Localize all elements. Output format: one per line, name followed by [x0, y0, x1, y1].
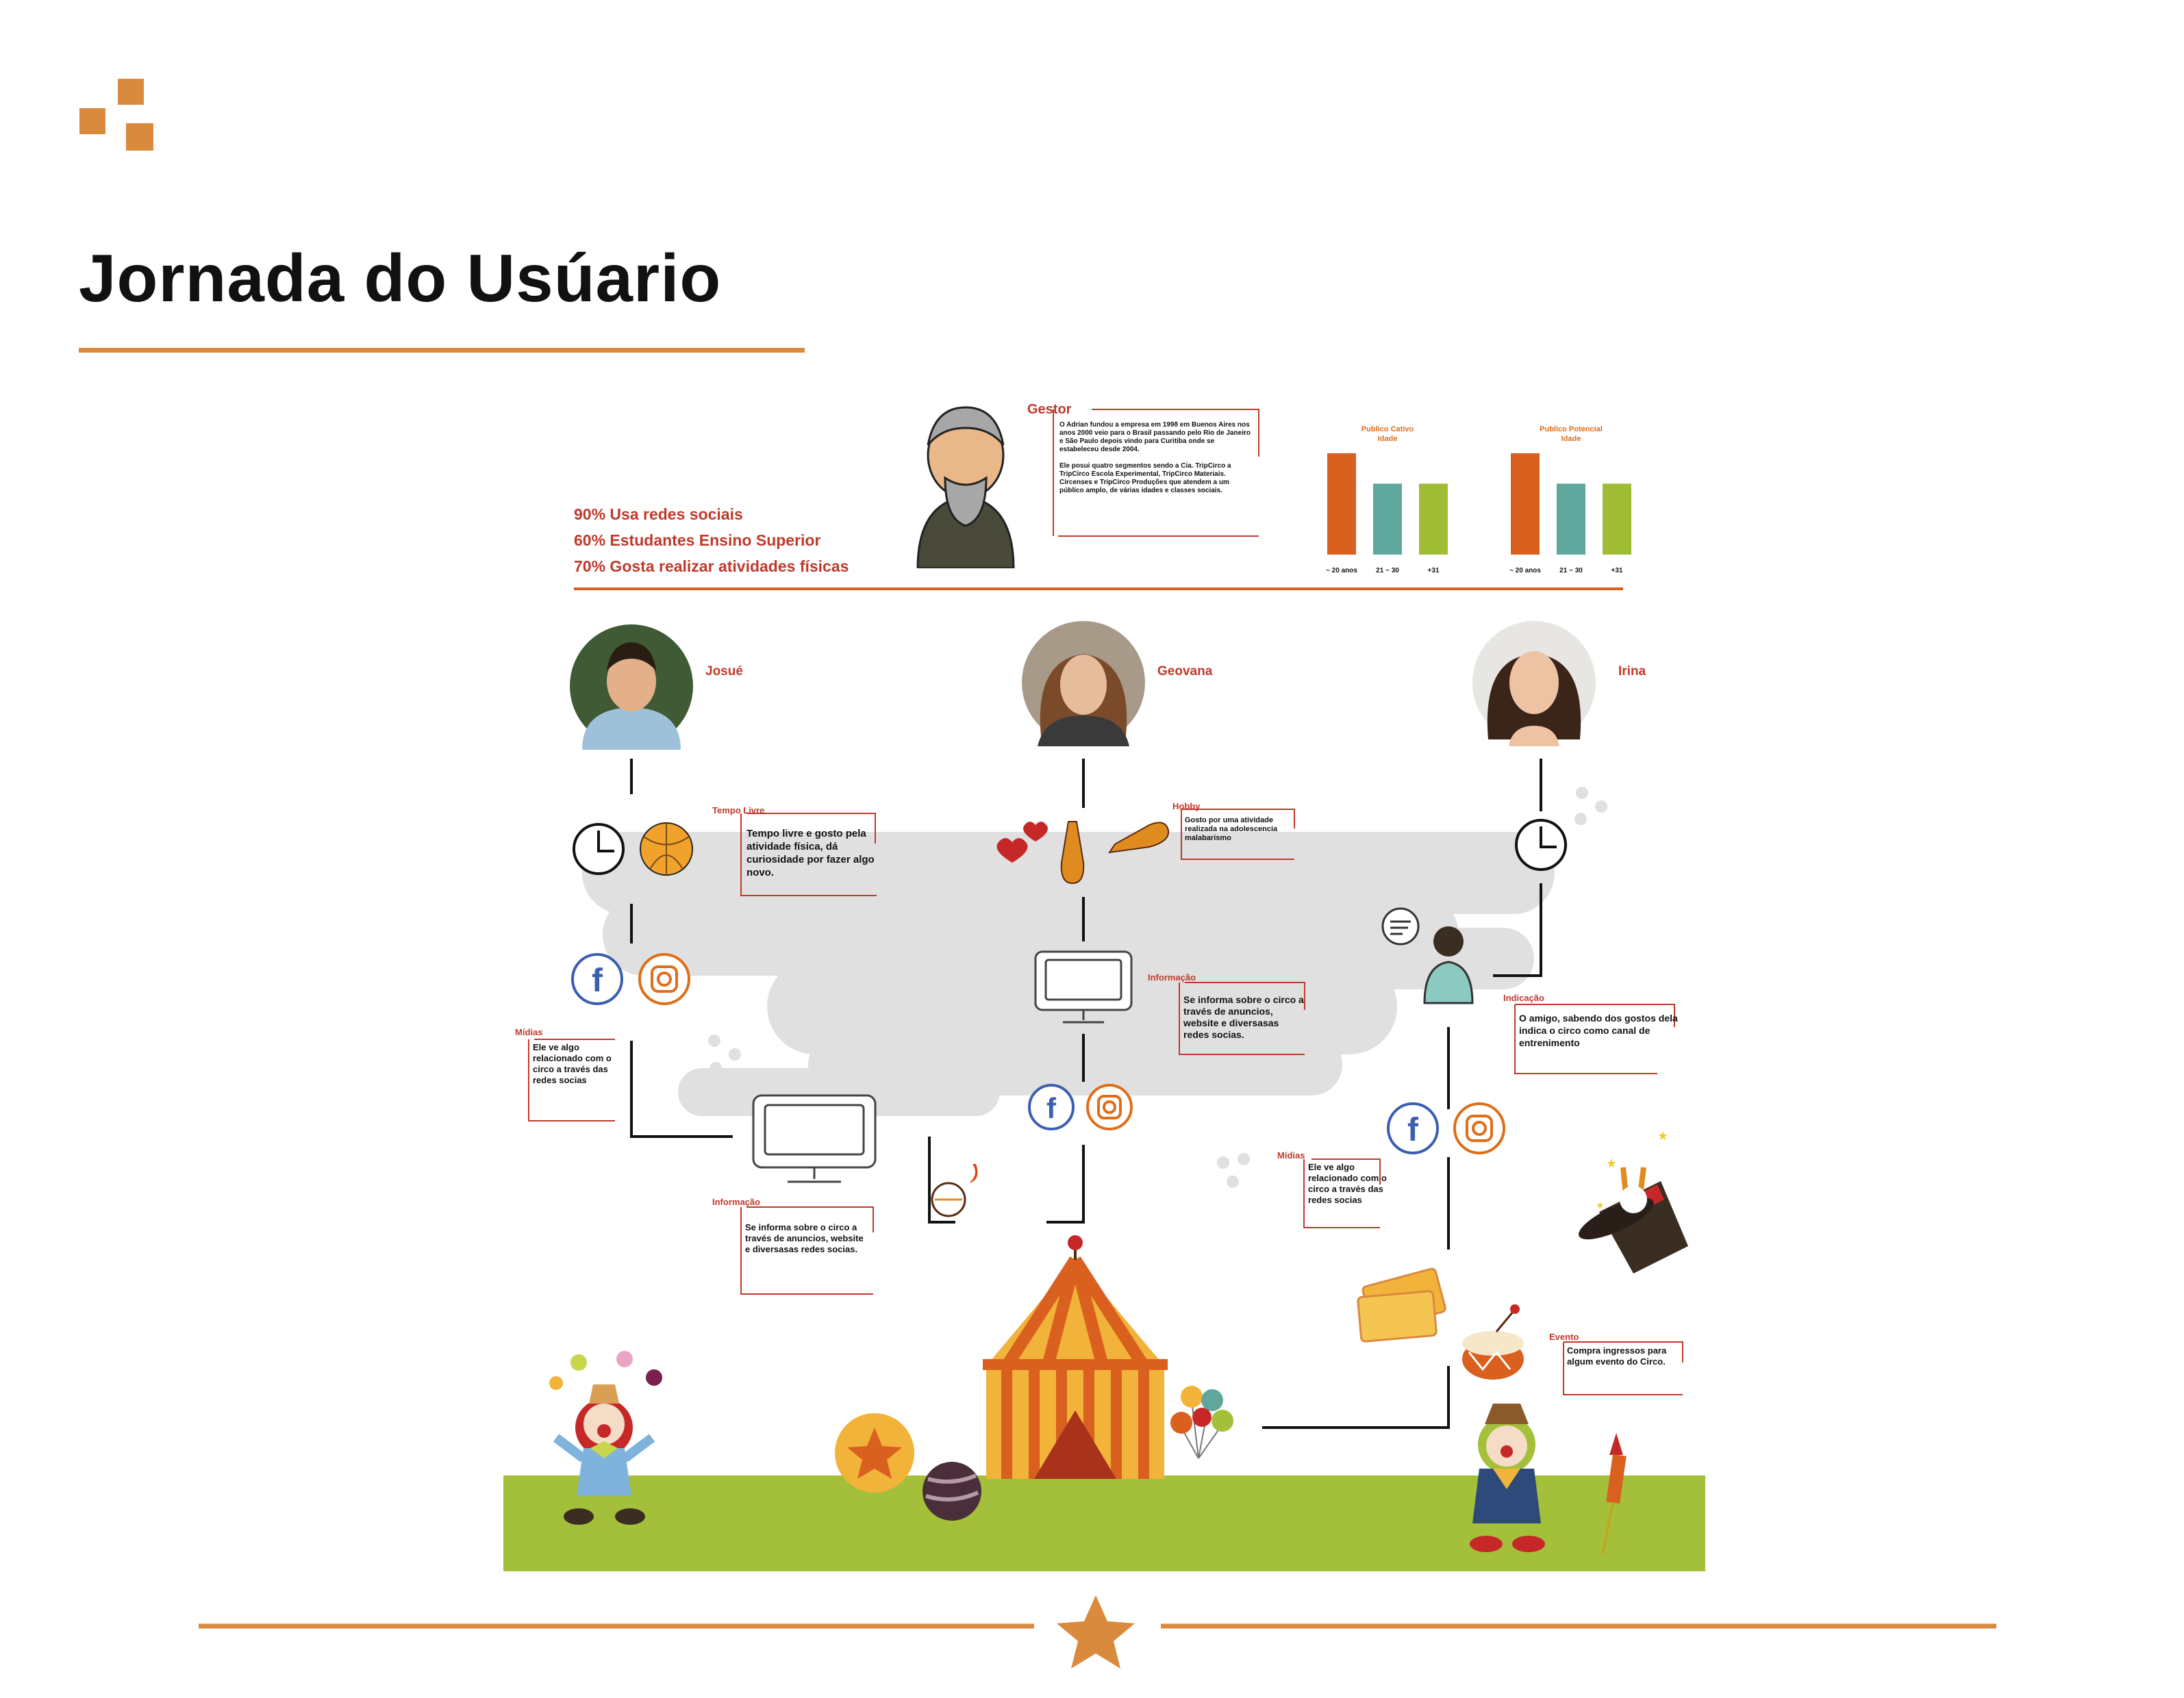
- chart-bar: [1419, 483, 1448, 555]
- circus-tent-icon: [983, 1235, 1168, 1479]
- instagram-icon: [1453, 1102, 1505, 1154]
- instagram-icon: [1086, 1084, 1133, 1130]
- note-hobby-label: Hobby: [1172, 801, 1201, 811]
- chart-bar: [1511, 453, 1540, 555]
- stat-activities: 70% Gosta realizar atividades físicas: [574, 557, 849, 575]
- chart-bar: [1373, 483, 1402, 555]
- tickets-icon: [1357, 1267, 1446, 1343]
- journey-diagram: f f f ★ ★ ★: [199, 409, 1996, 1669]
- note-evento-text: Compra ingressos para algum evento do Ci…: [1567, 1345, 1667, 1367]
- note-hobby-text: Gosto por uma atividade realizada na ado…: [1185, 816, 1278, 842]
- note-indicacao-text: O amigo, sabendo dos gostos dela indica …: [1519, 1013, 1678, 1048]
- clock-icon: [1515, 819, 1567, 871]
- chart-tick-label: ~ 20 anos: [1326, 567, 1357, 574]
- note-midias-irina-text: Ele ve algo relacionado com o circo a tr…: [1308, 1162, 1387, 1205]
- note-tempo-livre-label: Tempo Livre: [712, 805, 765, 815]
- note-informacao-josue-label: Informação: [712, 1197, 761, 1207]
- svg-text:f: f: [592, 963, 603, 999]
- facebook-icon: f: [1387, 1102, 1439, 1154]
- chart-title: Idade: [1378, 435, 1398, 443]
- gestor-description: O Adrian fundou a empresa em 1998 em Bue…: [1059, 421, 1251, 495]
- facebook-icon: f: [571, 953, 623, 1005]
- persona-irina: Irina: [1618, 664, 1646, 679]
- svg-text:f: f: [1407, 1112, 1419, 1148]
- gestor-avatar: [916, 406, 1015, 568]
- clock-icon: [573, 823, 625, 875]
- svg-text:★: ★: [1606, 1156, 1617, 1170]
- star-ball-icon: [835, 1413, 914, 1493]
- chart-tick-label: 21 ~ 30: [1559, 567, 1583, 574]
- star-icon: [1057, 1595, 1135, 1669]
- note-evento-label: Evento: [1549, 1332, 1579, 1342]
- magic-hat-icon: ★ ★ ★: [1579, 1129, 1688, 1274]
- chart-bar: [1327, 453, 1356, 555]
- chart-tick-label: +31: [1428, 567, 1440, 574]
- svg-text:★: ★: [1657, 1129, 1668, 1143]
- unicycle-icon: [931, 1164, 978, 1217]
- svg-text:★: ★: [1596, 1200, 1605, 1211]
- note-tempo-livre-text: Tempo livre e gosto pela atividade físic…: [746, 828, 875, 878]
- gestor-text-2: Ele posui quatro segmentos sendo a Cia. …: [1059, 462, 1231, 494]
- chart-bar: [1557, 483, 1585, 555]
- svg-text:f: f: [1046, 1092, 1057, 1124]
- stat-social: 90% Usa redes sociais: [574, 505, 743, 523]
- note-informacao-geovana-label: Informação: [1148, 972, 1196, 983]
- chart-tick-label: ~ 20 anos: [1509, 567, 1541, 574]
- chart-title: Publico Cativo: [1361, 425, 1414, 433]
- persona-josue: Josué: [705, 664, 743, 679]
- chart-tick-label: 21 ~ 30: [1376, 567, 1399, 574]
- chart-title: Idade: [1561, 435, 1581, 443]
- basketball-icon: [640, 822, 693, 876]
- note-informacao-geovana-text: Se informa sobre o circo a través de anu…: [1183, 994, 1304, 1040]
- drum-icon: [1462, 1304, 1524, 1380]
- note-informacao-josue-text: Se informa sobre o circo a través de anu…: [745, 1222, 864, 1254]
- instagram-icon: [638, 953, 690, 1005]
- irina-photo: [1472, 621, 1596, 746]
- note-midias-josue-text: Ele ve algo relacionado com o circo a tr…: [533, 1042, 612, 1085]
- chart-title: Publico Potencial: [1540, 425, 1603, 433]
- striped-ball-icon: [922, 1462, 981, 1521]
- gestor-text-1: O Adrian fundou a empresa em 1998 em Bue…: [1059, 421, 1251, 453]
- stat-students: 60% Estudantes Ensino Superior: [574, 531, 821, 549]
- persona-geovana: Geovana: [1157, 664, 1213, 679]
- josue-photo: [570, 624, 693, 750]
- chart-tick-label: +31: [1611, 567, 1623, 574]
- note-midias-irina-label: Mídias: [1277, 1150, 1305, 1161]
- geovana-photo: [1022, 621, 1145, 746]
- facebook-icon: f: [1028, 1084, 1075, 1130]
- chart-bar: [1603, 483, 1631, 555]
- monitor-icon: [752, 1094, 877, 1183]
- note-indicacao-label: Indicação: [1503, 993, 1544, 1003]
- age-bar-charts: Publico Cativo Idade ~ 20 anos 21 ~ 30 +31 Pu…: [1326, 425, 1631, 574]
- stats-list: 90% Usa redes sociais 60% Estudantes Ens…: [574, 505, 849, 576]
- balloons-icon: [1170, 1386, 1233, 1459]
- note-midias-josue-label: Mídias: [515, 1027, 543, 1037]
